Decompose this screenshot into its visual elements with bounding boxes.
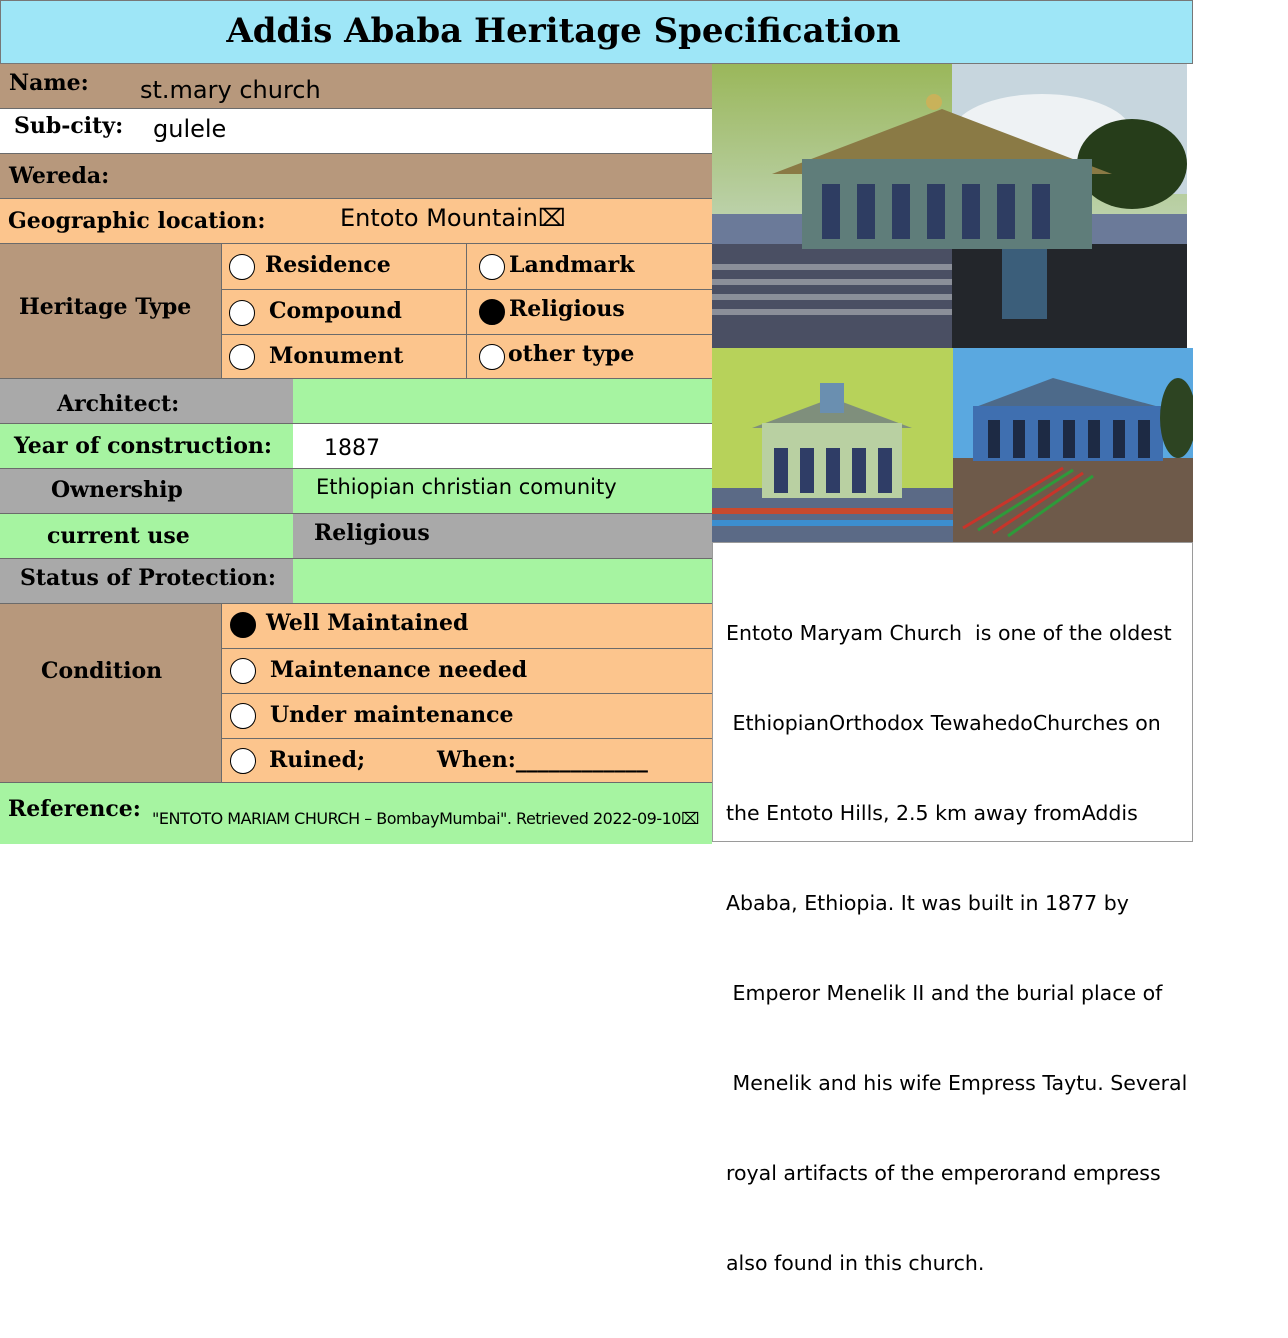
name-row: Name: st.mary church: [0, 64, 712, 109]
option-label: Compound: [269, 298, 402, 324]
option-label: Religious: [509, 296, 625, 322]
protection-value-cell[interactable]: [293, 559, 712, 604]
use-label-cell: current use: [0, 514, 293, 559]
geo-value[interactable]: Entoto Mountain⌧: [340, 204, 566, 232]
description-box: Entoto Maryam Church is one of the oldes…: [712, 542, 1193, 1275]
heritage-option-landmark[interactable]: Landmark: [467, 244, 712, 289]
description-line: EthiopianOrthodox TewahedoChurches on: [726, 711, 1161, 735]
year-label: Year of construction:: [14, 433, 272, 459]
geo-label: Geographic location:: [8, 208, 266, 234]
description-line: Ababa, Ethiopia. It was built in 1877 by: [726, 891, 1129, 915]
subcity-row: Sub-city: gulele: [0, 109, 712, 154]
option-label: Maintenance needed: [270, 657, 528, 683]
architect-value-cell[interactable]: [293, 379, 712, 424]
church-photo-right: [953, 348, 1193, 542]
church-photo-main-art: [712, 64, 1187, 348]
heritage-type-label-cell: Heritage Type: [0, 244, 222, 379]
radio-monument[interactable]: [229, 344, 255, 370]
radio-landmark[interactable]: [479, 254, 505, 280]
heritage-option-other[interactable]: other type: [467, 335, 712, 379]
wereda-row: Wereda:: [0, 154, 712, 199]
church-photo-right-art: [953, 348, 1193, 542]
condition-option-ruined[interactable]: Ruined; When:____________: [222, 739, 712, 782]
architect-label-cell: Architect:: [0, 379, 293, 424]
geo-row: Geographic location: Entoto Mountain⌧: [0, 199, 712, 244]
heritage-option-religious[interactable]: Religious: [467, 290, 712, 335]
title-bar: Addis Ababa Heritage Specification: [0, 0, 1193, 64]
option-label: Landmark: [509, 252, 635, 278]
year-label-cell: Year of construction:: [0, 424, 293, 469]
reference-label: Reference:: [8, 796, 141, 822]
description-line: Menelik and his wife Empress Taytu. Seve…: [726, 1071, 1188, 1095]
church-photo-main: [712, 64, 1187, 348]
description-line: the Entoto Hills, 2.5 km away fromAddis: [726, 801, 1138, 825]
ownership-value[interactable]: Ethiopian christian comunity: [316, 475, 617, 499]
radio-maintenance-needed[interactable]: [230, 658, 256, 684]
condition-label: Condition: [41, 658, 163, 684]
heritage-option-monument[interactable]: Monument: [222, 335, 466, 379]
use-value[interactable]: Religious: [314, 520, 430, 546]
protection-label: Status of Protection:: [20, 565, 276, 591]
wereda-label: Wereda:: [9, 163, 110, 189]
architect-label: Architect:: [57, 391, 180, 417]
subcity-label: Sub-city:: [14, 113, 124, 139]
option-label: Residence: [265, 252, 391, 278]
option-label: Under maintenance: [270, 702, 514, 728]
ownership-value-cell[interactable]: Ethiopian christian comunity: [293, 469, 712, 514]
radio-ruined[interactable]: [230, 748, 256, 774]
name-value[interactable]: st.mary church: [140, 76, 321, 104]
description-line: Emperor Menelik II and the burial place …: [726, 981, 1163, 1005]
description-line: royal artifacts of the emperorand empres…: [726, 1161, 1161, 1185]
radio-under-maintenance[interactable]: [230, 703, 256, 729]
ownership-label: Ownership: [51, 477, 183, 503]
heritage-option-residence[interactable]: Residence: [222, 244, 466, 289]
description-line: Entoto Maryam Church is one of the oldes…: [726, 621, 1172, 645]
radio-residence[interactable]: [229, 254, 255, 280]
condition-label-cell: Condition: [0, 604, 222, 782]
description-text: Entoto Maryam Church is one of the oldes…: [726, 558, 1192, 1338]
name-label: Name:: [9, 70, 89, 96]
condition-option-well-maintained[interactable]: Well Maintained: [222, 604, 712, 648]
page-title: Addis Ababa Heritage Specification: [226, 11, 901, 51]
radio-well-maintained-selected[interactable]: [230, 612, 256, 638]
heritage-type-label: Heritage Type: [19, 294, 192, 320]
condition-option-under-maintenance[interactable]: Under maintenance: [222, 694, 712, 738]
reference-value[interactable]: "ENTOTO MARIAM CHURCH – BombayMumbai". R…: [152, 809, 699, 828]
radio-other-type[interactable]: [479, 344, 505, 370]
option-label: Monument: [269, 343, 404, 369]
description-line: also found in this church.: [726, 1251, 985, 1275]
heritage-option-compound[interactable]: Compound: [222, 290, 466, 335]
ownership-label-cell: Ownership: [0, 469, 293, 514]
church-photo-left: [712, 348, 953, 542]
radio-compound[interactable]: [229, 300, 255, 326]
radio-religious-selected[interactable]: [479, 299, 505, 325]
option-label: Ruined;: [269, 747, 366, 773]
condition-options: Well Maintained Maintenance needed Under…: [222, 604, 712, 782]
use-label: current use: [47, 523, 190, 549]
protection-label-cell: Status of Protection:: [0, 559, 293, 604]
use-value-cell[interactable]: Religious: [293, 514, 712, 559]
subcity-value[interactable]: gulele: [153, 115, 226, 143]
option-label: Well Maintained: [266, 610, 469, 636]
year-value[interactable]: 1887: [324, 436, 380, 461]
when-label[interactable]: When:____________: [437, 747, 648, 773]
heritage-type-options: Residence Landmark Compound Religious Mo…: [222, 244, 712, 379]
option-label: other type: [508, 341, 635, 367]
church-photo-left-art: [712, 348, 953, 542]
reference-row: Reference: "ENTOTO MARIAM CHURCH – Bomba…: [0, 782, 712, 844]
year-value-cell[interactable]: 1887: [293, 424, 712, 469]
condition-option-maintenance-needed[interactable]: Maintenance needed: [222, 649, 712, 693]
